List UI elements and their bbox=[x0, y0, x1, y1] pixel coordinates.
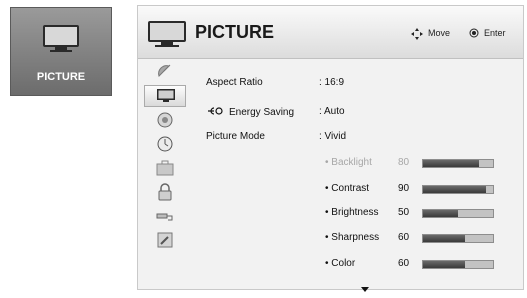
category-item-input[interactable] bbox=[144, 205, 186, 227]
level-label: • Color bbox=[325, 258, 356, 269]
category-list bbox=[144, 61, 192, 253]
level-slider-fill bbox=[423, 261, 465, 268]
tv-icon bbox=[157, 89, 175, 102]
setting-energy-saving[interactable]: Energy Saving bbox=[206, 106, 294, 119]
picture-menu-panel: PICTURE Move Enter Aspect Ratio: 16:9 E… bbox=[137, 5, 524, 292]
level-label: • Sharpness bbox=[325, 232, 380, 243]
category-item-support[interactable] bbox=[144, 229, 186, 251]
level-slider-fill bbox=[423, 210, 458, 217]
lock-icon bbox=[158, 183, 172, 201]
side-tile-label: PICTURE bbox=[36, 71, 86, 83]
energy-saving-icon bbox=[206, 106, 226, 119]
level-value: 80 bbox=[398, 157, 410, 168]
move-hint-label: Move bbox=[428, 28, 451, 38]
satellite-icon bbox=[158, 64, 171, 77]
picture-side-tile[interactable]: PICTURE bbox=[10, 7, 112, 96]
level-slider[interactable] bbox=[422, 209, 494, 218]
category-item-time[interactable] bbox=[144, 133, 186, 155]
picture-mode-value: : Vivid bbox=[319, 131, 347, 142]
move-arrows-icon bbox=[411, 28, 423, 42]
aspect-ratio-value: : 16:9 bbox=[319, 77, 345, 88]
scroll-down-icon[interactable] bbox=[361, 280, 369, 298]
level-slider[interactable] bbox=[422, 185, 494, 194]
level-slider[interactable] bbox=[422, 159, 494, 168]
setting-aspect-ratio[interactable]: Aspect Ratio bbox=[206, 77, 263, 88]
level-value: 60 bbox=[398, 232, 410, 243]
tv-icon bbox=[147, 20, 187, 53]
picture-mode-label: Picture Mode bbox=[206, 131, 265, 142]
level-value: 50 bbox=[398, 207, 410, 218]
level-slider[interactable] bbox=[422, 260, 494, 269]
level-slider-fill bbox=[423, 186, 486, 193]
briefcase-icon bbox=[156, 160, 174, 176]
category-item-lock[interactable] bbox=[144, 181, 186, 203]
energy-saving-value: : Auto bbox=[319, 106, 345, 117]
enter-hint-label: Enter bbox=[484, 28, 506, 38]
level-value: 90 bbox=[398, 183, 410, 194]
aspect-ratio-label: Aspect Ratio bbox=[206, 77, 263, 88]
setting-picture-mode[interactable]: Picture Mode bbox=[206, 131, 265, 142]
input-plug-icon bbox=[156, 213, 173, 221]
level-slider[interactable] bbox=[422, 234, 494, 243]
level-value: 60 bbox=[398, 258, 410, 269]
level-slider-fill bbox=[423, 160, 479, 167]
speaker-icon bbox=[157, 112, 173, 128]
level-label: • Brightness bbox=[325, 207, 379, 218]
category-item-option[interactable] bbox=[144, 157, 186, 179]
category-item-picture[interactable] bbox=[144, 85, 186, 107]
level-label: • Backlight bbox=[325, 157, 372, 168]
level-label: • Contrast bbox=[325, 183, 370, 194]
category-item-channel[interactable] bbox=[144, 61, 186, 83]
tv-icon bbox=[42, 24, 80, 59]
support-icon bbox=[157, 232, 173, 248]
enter-button-icon bbox=[469, 28, 479, 40]
page-title: PICTURE bbox=[195, 22, 275, 42]
category-item-audio[interactable] bbox=[144, 109, 186, 131]
energy-saving-label: Energy Saving bbox=[229, 107, 295, 119]
menu-header: PICTURE Move Enter bbox=[138, 6, 523, 59]
clock-icon bbox=[157, 136, 173, 152]
level-slider-fill bbox=[423, 235, 465, 242]
